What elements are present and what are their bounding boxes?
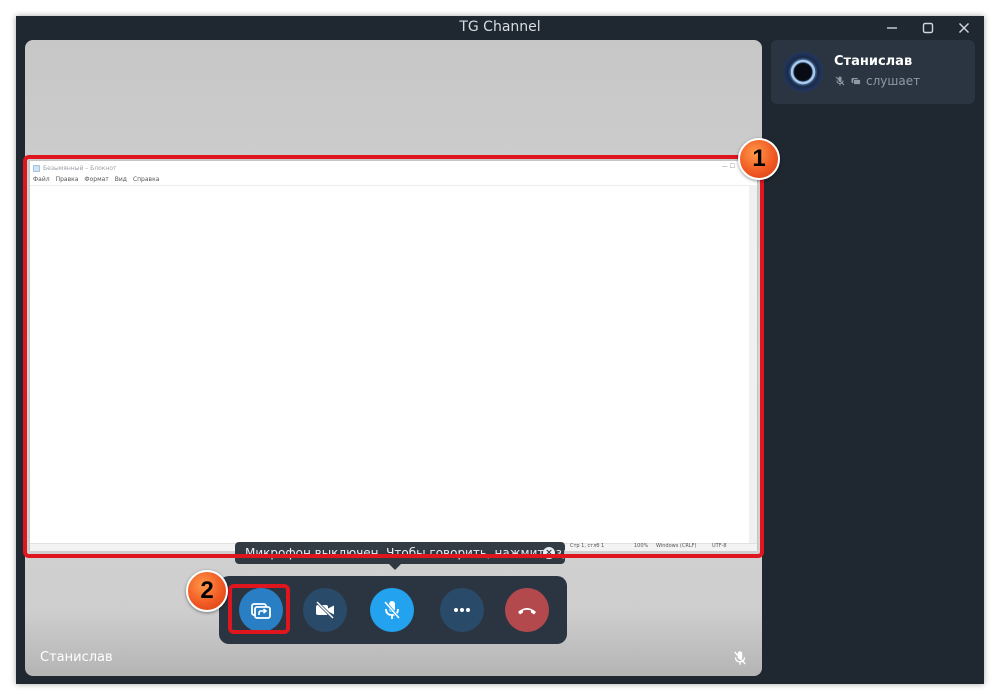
screen-share-small-icon bbox=[851, 78, 861, 85]
more-icon bbox=[454, 608, 470, 612]
avatar-image bbox=[790, 59, 816, 85]
participant-status: слушает bbox=[834, 74, 920, 88]
video-participant-name: Станислав bbox=[40, 650, 113, 665]
close-icon bbox=[959, 23, 969, 33]
more-button[interactable] bbox=[440, 588, 484, 632]
minimize-button[interactable] bbox=[878, 18, 906, 38]
close-button[interactable] bbox=[950, 18, 978, 38]
annotation-badge-2: 2 bbox=[186, 570, 228, 612]
participant-name: Станислав bbox=[834, 54, 913, 69]
maximize-button[interactable] bbox=[914, 18, 942, 38]
tooltip-arrow bbox=[389, 564, 401, 570]
participant-status-text: слушает bbox=[866, 74, 921, 88]
microphone-button[interactable] bbox=[370, 588, 414, 632]
video-off-icon bbox=[315, 600, 335, 620]
window-title: TG Channel bbox=[459, 19, 541, 35]
mic-off-icon bbox=[835, 76, 845, 86]
mic-off-icon bbox=[383, 601, 401, 619]
avatar bbox=[783, 52, 823, 92]
hangup-icon bbox=[518, 608, 536, 615]
title-bar: TG Channel bbox=[16, 16, 984, 40]
maximize-icon bbox=[922, 22, 934, 34]
highlight-shared-screen bbox=[23, 155, 764, 558]
annotation-badge-1: 1 bbox=[738, 138, 780, 180]
mic-off-icon bbox=[734, 651, 746, 665]
highlight-screen-share-button bbox=[228, 584, 290, 634]
end-call-button[interactable] bbox=[505, 588, 549, 632]
participant-item[interactable]: Станислав слушает bbox=[771, 40, 975, 104]
minimize-icon bbox=[887, 27, 897, 29]
camera-button[interactable] bbox=[303, 588, 347, 632]
video-mic-muted-indicator bbox=[730, 648, 750, 668]
